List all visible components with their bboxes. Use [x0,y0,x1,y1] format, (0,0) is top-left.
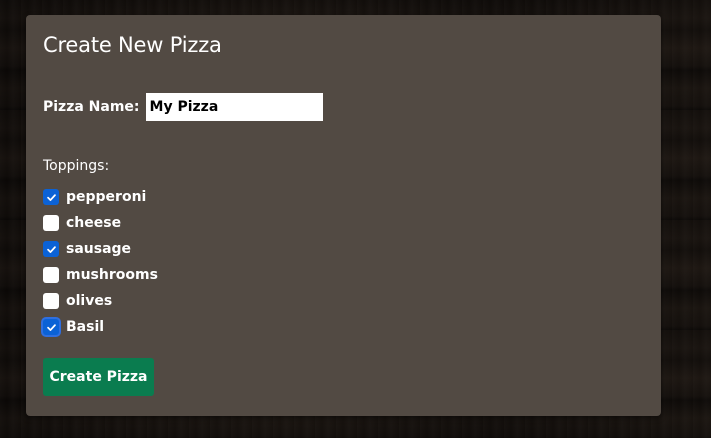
cheese-checkbox[interactable] [43,215,59,231]
checkmark-icon [46,323,56,331]
topping-item-mushrooms[interactable]: mushrooms [43,262,644,288]
checkmark-icon [46,193,56,201]
topping-item-pepperoni[interactable]: pepperoni [43,184,644,210]
topping-label: sausage [66,241,132,257]
create-pizza-button[interactable]: Create Pizza [43,358,154,396]
basil-checkbox[interactable] [43,319,59,335]
topping-label: cheese [66,215,122,231]
create-pizza-panel: Create New Pizza Pizza Name: Toppings: p… [26,15,661,416]
topping-item-sausage[interactable]: sausage [43,236,644,262]
topping-item-cheese[interactable]: cheese [43,210,644,236]
topping-item-olives[interactable]: olives [43,288,644,314]
sausage-checkbox[interactable] [43,241,59,257]
mushrooms-checkbox[interactable] [43,267,59,283]
topping-label: olives [66,293,113,309]
olives-checkbox[interactable] [43,293,59,309]
topping-label: Basil [66,319,105,335]
topping-item-basil[interactable]: Basil [43,314,644,340]
toppings-list: pepperoni cheese sausage mushrooms olive… [43,184,644,340]
topping-label: mushrooms [66,267,158,283]
pizza-name-input[interactable] [145,93,323,121]
pizza-name-label: Pizza Name: [43,99,140,115]
topping-label: pepperoni [66,189,147,205]
toppings-label: Toppings: [43,158,110,174]
checkmark-icon [46,245,56,253]
pepperoni-checkbox[interactable] [43,189,59,205]
pizza-name-row: Pizza Name: [43,93,644,121]
page-title: Create New Pizza [43,33,222,57]
